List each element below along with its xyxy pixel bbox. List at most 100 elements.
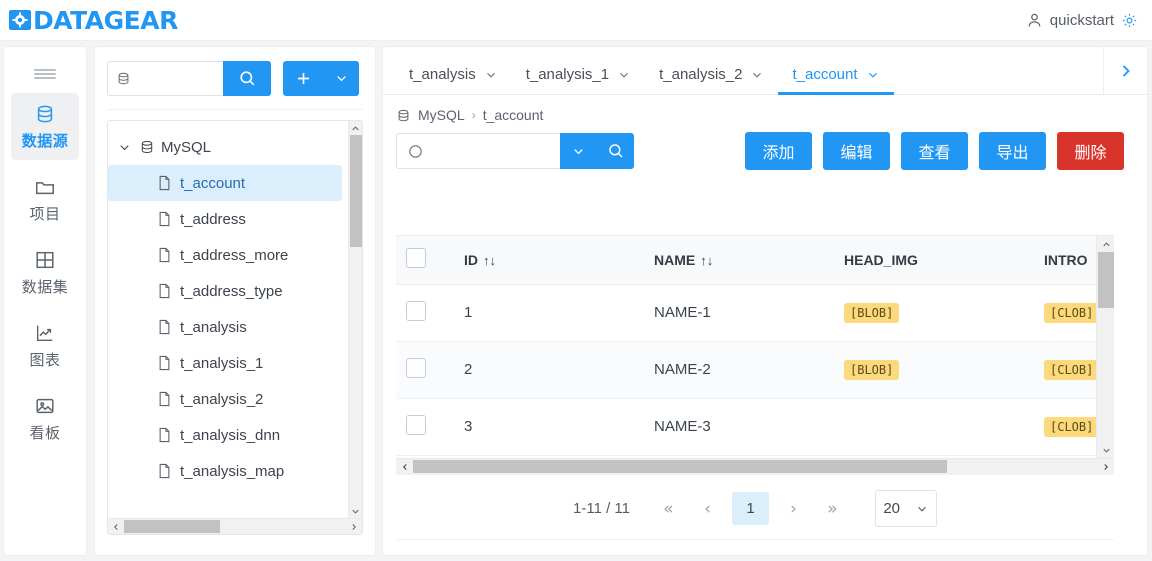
tree-search-group	[107, 61, 271, 96]
row-checkbox[interactable]	[406, 357, 426, 378]
tree-node-t_account[interactable]: t_account	[108, 165, 342, 201]
sidebar-item-chart[interactable]: 图表	[11, 312, 79, 379]
tree-node-root[interactable]: MySQL	[108, 129, 348, 165]
export-button[interactable]: 导出	[979, 132, 1046, 170]
table-horizontal-scrollbar[interactable]	[396, 458, 1114, 475]
filter-input[interactable]	[396, 133, 560, 169]
table-body: 1 NAME-1 [BLOB] [CLOB] 2 NAME-2 [BLOB] […	[396, 284, 1096, 456]
chevron-down-icon[interactable]	[866, 68, 880, 82]
tabs-scroll-right-button[interactable]	[1103, 47, 1147, 94]
row-checkbox[interactable]	[406, 300, 426, 321]
scroll-up-icon[interactable]	[350, 121, 361, 135]
view-button[interactable]: 查看	[901, 132, 968, 170]
user-name[interactable]: quickstart	[1050, 12, 1114, 29]
tab-t_analysis_1[interactable]: t_analysis_1	[512, 66, 645, 95]
chevron-down-icon[interactable]	[750, 68, 764, 82]
tree-node-label: t_address_type	[180, 282, 283, 300]
pagination-page-1[interactable]: 1	[731, 492, 769, 525]
table-row[interactable]: 2 NAME-2 [BLOB] [CLOB]	[396, 341, 1096, 399]
tree-vscroll-thumb[interactable]	[350, 135, 362, 247]
datasource-tree-panel: MySQL t_account t_address t_address_more…	[95, 47, 375, 555]
table-header-row: ID ↑↓ NAME ↑↓ HEAD_IMG INTRO	[396, 236, 1096, 285]
tab-t_account[interactable]: t_account	[778, 66, 894, 95]
column-header-head-img[interactable]: HEAD_IMG	[834, 236, 1034, 285]
blob-badge[interactable]: [BLOB]	[844, 359, 900, 380]
table-vertical-scrollbar[interactable]	[1096, 236, 1114, 458]
scroll-right-icon[interactable]	[346, 522, 362, 532]
breadcrumb-root[interactable]: MySQL	[418, 107, 465, 123]
chevron-down-icon[interactable]	[617, 68, 631, 82]
sidebar-item-datasource[interactable]: 数据源	[11, 93, 79, 160]
delete-button[interactable]: 删除	[1057, 132, 1124, 170]
page-size-select[interactable]: 20	[874, 490, 937, 527]
scroll-left-icon[interactable]	[108, 522, 124, 532]
sidebar-item-project[interactable]: 项目	[11, 166, 79, 233]
table-row[interactable]: 1 NAME-1 [BLOB] [CLOB]	[396, 284, 1096, 342]
select-all-checkbox[interactable]	[406, 248, 426, 269]
tree-hscroll-track[interactable]	[124, 519, 346, 535]
tree-node-t_address_type[interactable]: t_address_type	[108, 273, 342, 309]
cell-intro: [CLOB]	[1034, 284, 1096, 342]
table-hscroll-track[interactable]	[413, 459, 1097, 475]
sort-icon[interactable]: ↑↓	[700, 253, 713, 268]
tree-node-t_analysis_map[interactable]: t_analysis_map	[108, 453, 342, 489]
tree-vertical-scrollbar[interactable]	[348, 121, 362, 518]
pagination-last-button[interactable]: »	[818, 492, 847, 525]
tree-node-t_address_more[interactable]: t_address_more	[108, 237, 342, 273]
scroll-up-icon[interactable]	[1097, 236, 1115, 252]
scroll-down-icon[interactable]	[1097, 442, 1115, 458]
clob-badge[interactable]: [CLOB]	[1044, 416, 1096, 437]
pagination-first-button[interactable]: «	[654, 492, 683, 525]
sidebar-item-dataset[interactable]: 数据集	[11, 239, 79, 306]
clob-badge[interactable]: [CLOB]	[1044, 359, 1096, 380]
tree-node-t_analysis_1[interactable]: t_analysis_1	[108, 345, 342, 381]
tree-node-t_analysis_2[interactable]: t_analysis_2	[108, 381, 342, 417]
tab-t_analysis_2[interactable]: t_analysis_2	[645, 66, 778, 95]
scroll-down-icon[interactable]	[350, 504, 361, 518]
settings-gear-icon[interactable]	[1121, 12, 1138, 29]
add-datasource-button[interactable]	[283, 61, 359, 96]
row-select-cell	[396, 284, 454, 342]
tree-node-label: t_analysis_map	[180, 462, 285, 480]
blob-badge[interactable]: [BLOB]	[844, 302, 900, 323]
chevron-down-icon[interactable]	[334, 71, 349, 86]
app-header: DATAGEAR quickstart	[0, 0, 1152, 41]
grid-icon	[36, 251, 54, 269]
tree-scroll-area: MySQL t_account t_address t_address_more…	[108, 121, 348, 518]
gear-icon	[9, 10, 31, 30]
hamburger-icon[interactable]	[4, 55, 86, 93]
column-header-name[interactable]: NAME ↑↓	[644, 236, 834, 285]
edit-button[interactable]: 编辑	[823, 132, 890, 170]
search-button[interactable]	[223, 61, 271, 96]
tree-vscroll-track[interactable]	[349, 135, 362, 504]
pagination-next-button[interactable]: ›	[779, 492, 808, 525]
pagination-prev-button[interactable]: ‹	[693, 492, 722, 525]
app-logo-text: DATAGEAR	[33, 5, 178, 35]
sort-icon[interactable]: ↑↓	[483, 253, 496, 268]
chevron-down-icon[interactable]	[116, 140, 132, 155]
tree-node-t_analysis[interactable]: t_analysis	[108, 309, 342, 345]
table-vscroll-thumb[interactable]	[1098, 252, 1114, 308]
table-row[interactable]: 3 NAME-3 [CLOB]	[396, 398, 1096, 456]
chart-line-icon	[36, 325, 53, 342]
column-header-intro[interactable]: INTRO	[1034, 236, 1096, 285]
tab-t_analysis[interactable]: t_analysis	[395, 66, 512, 95]
file-icon	[156, 463, 173, 479]
search-input[interactable]	[107, 61, 223, 96]
filter-search-button[interactable]	[597, 133, 634, 169]
sidebar-item-dashboard[interactable]: 看板	[11, 385, 79, 452]
sidebar-item-label: 数据集	[21, 279, 69, 296]
tree-hscroll-thumb[interactable]	[124, 519, 220, 533]
add-button[interactable]: 添加	[745, 132, 812, 170]
tree-node-t_analysis_dnn[interactable]: t_analysis_dnn	[108, 417, 342, 453]
table-hscroll-thumb[interactable]	[413, 460, 947, 473]
row-checkbox[interactable]	[406, 414, 426, 435]
scroll-left-icon[interactable]	[396, 462, 413, 472]
tree-node-t_address[interactable]: t_address	[108, 201, 342, 237]
filter-dropdown-button[interactable]	[560, 133, 597, 169]
scroll-right-icon[interactable]	[1097, 462, 1114, 472]
chevron-down-icon[interactable]	[484, 68, 498, 82]
clob-badge[interactable]: [CLOB]	[1044, 302, 1096, 323]
column-header-id[interactable]: ID ↑↓	[454, 236, 644, 285]
tree-horizontal-scrollbar[interactable]	[108, 518, 362, 534]
